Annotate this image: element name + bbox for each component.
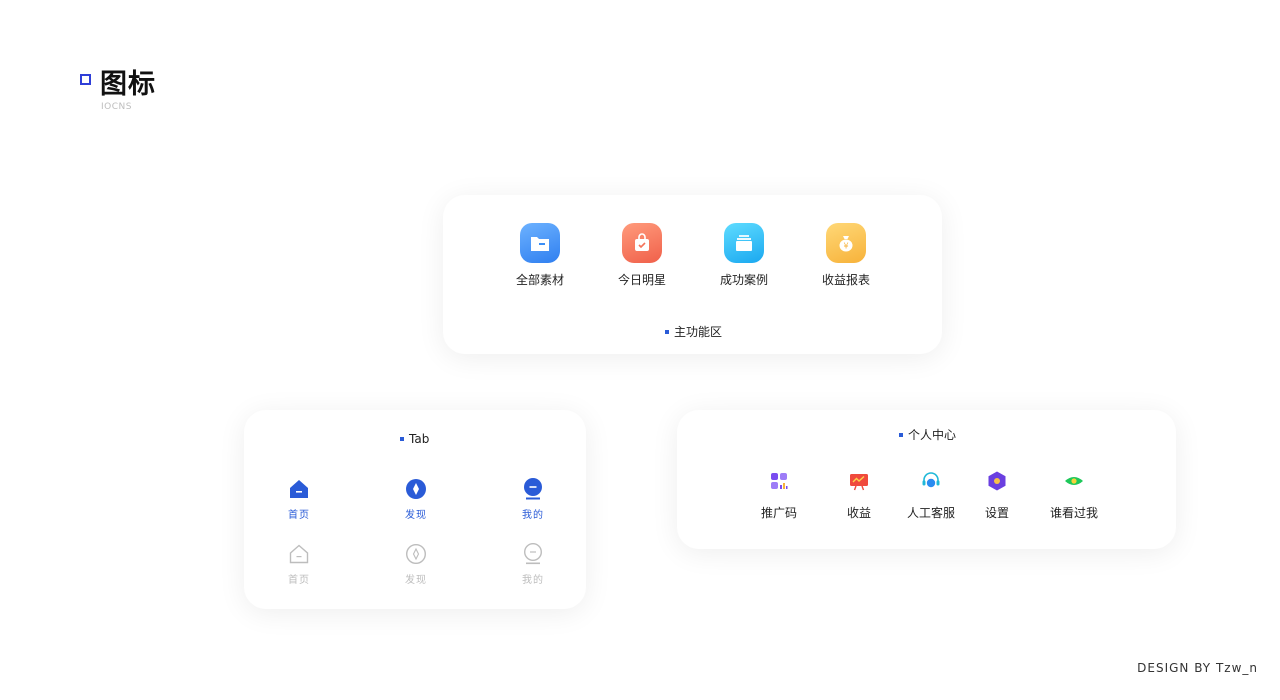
bag-icon [622, 223, 662, 263]
main-item-today-star[interactable]: 今日明星 [592, 223, 692, 288]
main-area-label: 主功能区 [665, 323, 722, 340]
main-function-card: 全部素材 今日明星 成功案例 ¥ 收益报表 主功能区 [443, 195, 942, 354]
tab-discover-active[interactable]: 发现 [386, 478, 446, 521]
personal-item-earnings[interactable]: 收益 [819, 470, 899, 521]
label-dot-icon [899, 432, 903, 437]
personal-item-visitors[interactable]: 谁看过我 [1034, 470, 1114, 521]
money-bag-icon: ¥ [826, 223, 866, 263]
tab-card-label-text: Tab [409, 432, 430, 446]
home-icon [290, 480, 308, 498]
main-item-label: 今日明星 [617, 273, 666, 287]
tab-label: 我的 [522, 575, 544, 586]
personal-center-label: 个人中心 [899, 426, 956, 443]
personal-item-label: 谁看过我 [1049, 506, 1098, 520]
personal-item-settings[interactable]: 设置 [957, 470, 1037, 521]
design-credit: DESIGN BY Tzw_n [1137, 661, 1258, 675]
label-dot-icon [400, 437, 404, 441]
tab-mine-active[interactable]: 我的 [503, 478, 563, 521]
stack-icon [724, 223, 764, 263]
main-item-label: 全部素材 [515, 273, 564, 287]
home-icon [289, 544, 309, 564]
hexagon-settings-icon [988, 471, 1006, 491]
headset-icon [922, 472, 940, 488]
main-item-success-cases[interactable]: 成功案例 [694, 223, 794, 288]
tab-label: 发现 [405, 510, 427, 521]
personal-item-label: 收益 [846, 506, 871, 520]
tab-home-active[interactable]: 首页 [269, 478, 329, 521]
profile-icon [523, 542, 543, 565]
eye-icon [1065, 477, 1083, 485]
personal-item-promo-code[interactable]: 推广码 [739, 470, 819, 521]
tab-label: 发现 [405, 575, 427, 586]
tab-label: 首页 [288, 510, 310, 521]
main-item-earnings-report[interactable]: ¥ 收益报表 [796, 223, 896, 288]
main-item-label: 收益报表 [821, 273, 870, 287]
chart-board-icon [850, 474, 868, 491]
personal-center-card: 个人中心 推广码 收益 人工客服 设置 谁看过我 [677, 410, 1176, 549]
compass-icon [405, 543, 427, 565]
profile-icon [524, 478, 542, 500]
tab-mine-inactive[interactable]: 我的 [503, 542, 563, 586]
tab-discover-inactive[interactable]: 发现 [386, 543, 446, 586]
main-item-all-materials[interactable]: 全部素材 [490, 223, 590, 288]
tab-label: 我的 [522, 510, 544, 521]
tab-card-label: Tab [400, 432, 429, 446]
main-item-label: 成功案例 [719, 273, 768, 287]
svg-text:¥: ¥ [843, 242, 848, 251]
tab-home-inactive[interactable]: 首页 [269, 543, 329, 586]
personal-item-label: 设置 [984, 506, 1009, 520]
tab-bar-card: Tab 首页 发现 我的 首页 发现 我的 [244, 410, 586, 609]
folder-icon [520, 223, 560, 263]
personal-center-label-text: 个人中心 [908, 428, 957, 442]
compass-icon [406, 479, 426, 499]
qr-grid-icon [771, 473, 788, 489]
title-marker-icon [80, 74, 91, 85]
label-dot-icon [665, 329, 669, 334]
page-title: 图标 [100, 69, 156, 100]
tab-label: 首页 [288, 575, 310, 586]
personal-item-label: 推广码 [760, 506, 797, 520]
page-subtitle: IOCNS [101, 102, 132, 112]
main-area-label-text: 主功能区 [674, 325, 723, 339]
